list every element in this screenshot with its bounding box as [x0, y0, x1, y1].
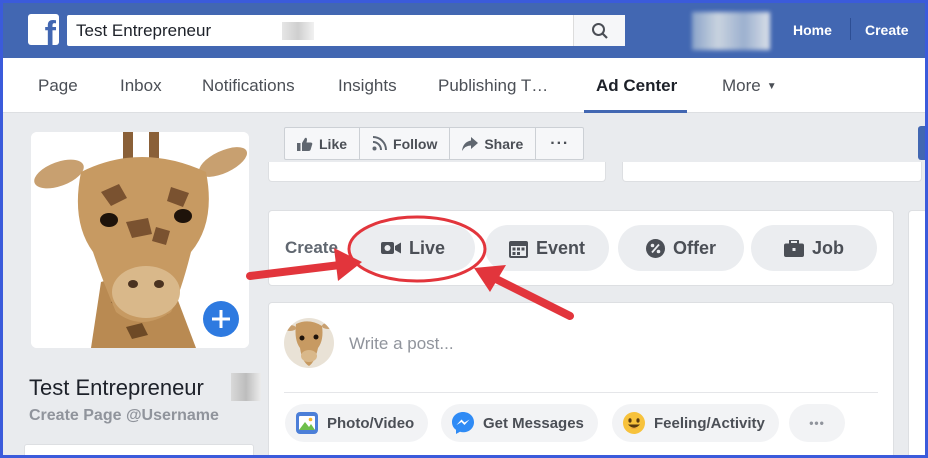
briefcase-icon: [783, 239, 804, 257]
share-label: Share: [484, 135, 524, 152]
tab-insights[interactable]: Insights: [338, 76, 397, 96]
follow-button[interactable]: Follow: [360, 128, 451, 159]
caret-down-icon: ▼: [766, 81, 777, 93]
redacted-text: [282, 22, 314, 40]
profile-avatar-redacted[interactable]: [692, 12, 770, 50]
live-button[interactable]: Live: [351, 225, 475, 271]
video-camera-icon: [380, 242, 401, 254]
live-label: Live: [408, 237, 446, 258]
home-link[interactable]: Home: [793, 22, 832, 38]
cta-button-edge[interactable]: [918, 126, 928, 160]
smiley-icon: [623, 412, 645, 434]
add-photo-plus-icon: [203, 301, 239, 337]
page-name: Test Entrepreneur: [29, 375, 204, 400]
offer-button[interactable]: Offer: [618, 225, 744, 271]
tab-notifications[interactable]: Notifications: [202, 76, 295, 96]
right-side-panel: [908, 210, 928, 458]
percent-tag-icon: [645, 238, 665, 258]
divider: [850, 18, 851, 40]
photo-video-label: Photo/Video: [327, 414, 415, 432]
cover-card-bottom: [268, 162, 606, 182]
tab-inbox[interactable]: Inbox: [120, 76, 162, 96]
thumbs-up-icon: [297, 137, 313, 151]
more-composer-options-button[interactable]: •••: [789, 404, 845, 442]
composer-avatar: [284, 318, 334, 368]
rss-follow-icon: [372, 136, 388, 151]
add-photo-button[interactable]: [199, 297, 243, 341]
get-messages-label: Get Messages: [483, 414, 584, 432]
follow-label: Follow: [393, 135, 438, 152]
share-arrow-icon: [462, 136, 479, 151]
offer-label: Offer: [672, 237, 716, 258]
job-label: Job: [811, 237, 844, 258]
share-button[interactable]: Share: [450, 128, 537, 159]
side-card-bottom: [622, 162, 922, 182]
page-action-bar: Like Follow Share ···: [284, 127, 585, 160]
search-button[interactable]: [573, 15, 625, 46]
left-info-card: [24, 444, 254, 458]
tab-ad-center[interactable]: Ad Center: [596, 76, 677, 96]
divider: [284, 392, 878, 393]
top-navigation-bar: f Test Entrepreneur Home Create: [0, 0, 928, 58]
tab-more-label: More: [722, 76, 761, 95]
tab-publishing-tools[interactable]: Publishing T…: [438, 76, 548, 96]
tab-more[interactable]: More ▼: [722, 76, 777, 96]
like-label: Like: [319, 135, 348, 152]
more-options-label: •••: [809, 416, 825, 430]
event-button[interactable]: Event: [485, 225, 609, 271]
facebook-logo-icon[interactable]: f: [28, 14, 59, 45]
search-input[interactable]: Test Entrepreneur: [76, 15, 211, 46]
calendar-icon: [508, 240, 528, 258]
tab-page[interactable]: Page: [38, 76, 78, 96]
active-tab-indicator: [584, 110, 687, 113]
create-link[interactable]: Create: [865, 22, 909, 38]
photo-video-button[interactable]: Photo/Video: [285, 404, 429, 442]
search-box[interactable]: Test Entrepreneur: [67, 15, 625, 46]
write-post-input[interactable]: Write a post...: [349, 334, 454, 354]
get-messages-button[interactable]: Get Messages: [441, 404, 598, 442]
redacted-text: [231, 373, 261, 401]
more-actions-label: ···: [550, 134, 570, 152]
feeling-activity-label: Feeling/Activity: [654, 414, 765, 432]
messenger-icon: [452, 412, 474, 434]
job-button[interactable]: Job: [751, 225, 877, 271]
search-icon: [591, 22, 608, 39]
create-username-link[interactable]: Create Page @Username: [29, 407, 219, 425]
like-button[interactable]: Like: [285, 128, 361, 159]
more-actions-button[interactable]: ···: [536, 128, 583, 159]
feeling-activity-button[interactable]: Feeling/Activity: [612, 404, 779, 442]
create-label: Create: [285, 238, 338, 257]
event-label: Event: [535, 237, 586, 258]
page-tabs: Page Inbox Notifications Insights Publis…: [0, 58, 928, 113]
photo-video-icon: [296, 412, 318, 434]
